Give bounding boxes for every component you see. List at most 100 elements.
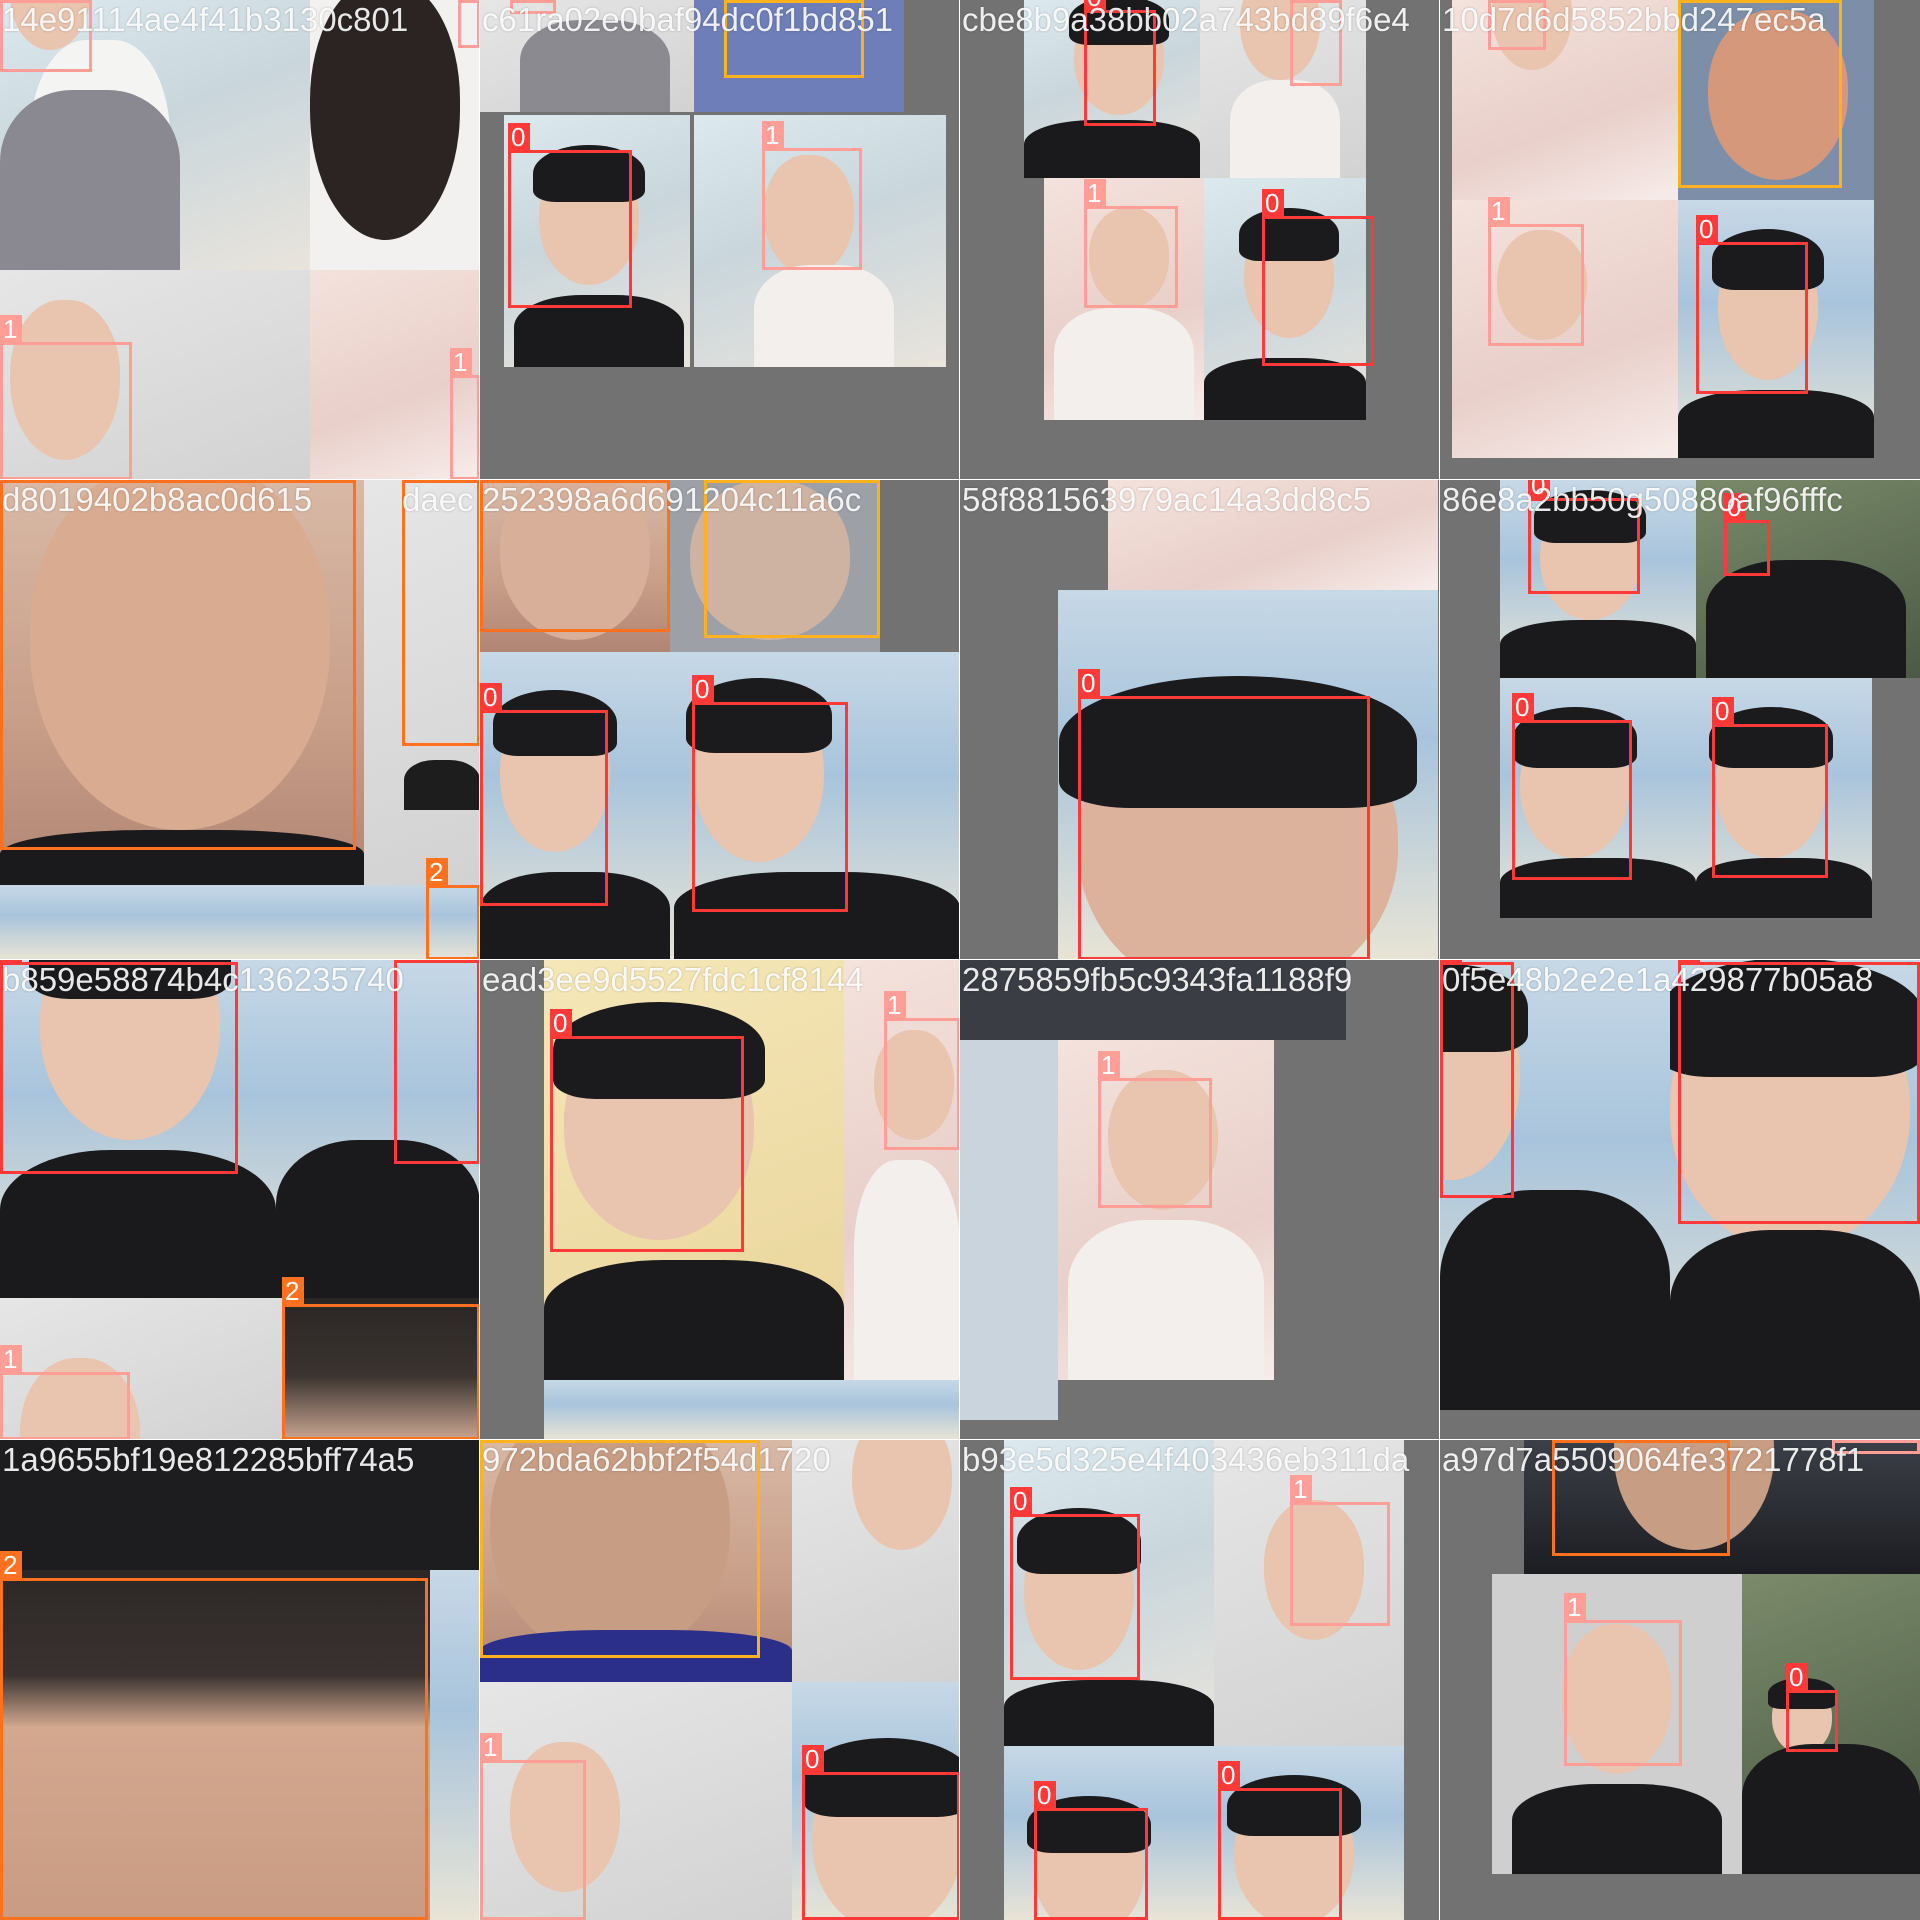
bbox-label: 1 xyxy=(1290,1475,1312,1503)
image-filename: 972bda62bbf2f54d1720 xyxy=(482,1441,831,1478)
bbox-class-1: 1 xyxy=(1098,1051,1212,1208)
bbox-label: 1 xyxy=(458,0,480,1)
shirt xyxy=(1440,1190,1670,1410)
bbox-label: 0 xyxy=(692,675,714,703)
bbox-class-0: 0 xyxy=(1724,493,1770,576)
bbox-class-1: 1 xyxy=(450,348,480,480)
bbox-class-2: 2 xyxy=(282,1277,480,1440)
image-filename: a97d7a5509064fe3721778f1 xyxy=(1442,1441,1865,1478)
shirt xyxy=(1678,390,1874,458)
tile: 1 2875859fb5c9343fa1188f9 xyxy=(959,959,1441,1441)
bbox-class-0: 0 xyxy=(1786,1663,1838,1752)
shirt xyxy=(1670,1230,1920,1410)
photo xyxy=(544,1380,960,1440)
image-filename: daec xyxy=(402,481,474,518)
tile: 2 1 1 0 a97d7a5509064fe3721778f1 xyxy=(1439,1439,1920,1920)
shirt xyxy=(1742,1744,1920,1874)
bbox-class-2: 2 xyxy=(402,480,480,746)
shirt xyxy=(1204,358,1366,420)
bbox-label: 0 xyxy=(1010,1487,1032,1515)
bbox-label: 0 xyxy=(508,123,530,151)
bbox-class-0: 0 xyxy=(550,1009,744,1252)
bbox-label: 0 xyxy=(480,683,502,711)
image-filename: 10d7d6d5852bbd247ec5a xyxy=(1442,1,1826,38)
tile: 1 1 1 1 14e91114ae4f41b3130c801 xyxy=(0,0,481,481)
shirt xyxy=(754,265,894,367)
bbox-class-0: 0 xyxy=(1078,669,1370,960)
bbox-class-2: 2 xyxy=(426,858,480,960)
tile: 3 1 0 972bda62bbf2f54d1720 xyxy=(479,1439,961,1920)
bbox-label: 2 xyxy=(282,1277,304,1305)
bbox-class-2: 2 xyxy=(0,480,356,850)
bbox-class-0: 0 xyxy=(1218,1761,1342,1920)
tile: 2 3 0 0 252398a6d691204c11a6c xyxy=(479,479,961,961)
bbox-label: 0 xyxy=(550,1009,572,1037)
bbox-label: 1 xyxy=(1084,179,1106,207)
tile: 0 0 1 2 b859e58874b4c136235740 xyxy=(0,959,481,1441)
image-filename: b93e5d325e4f403436eb311da xyxy=(962,1441,1410,1478)
tile: 2 2 2 d8019402b8ac0d615 daec xyxy=(0,479,481,961)
bbox-class-1: 1 xyxy=(1564,1593,1682,1766)
image-filename: cbe8b9a38bb02a743bd89f6e4 xyxy=(962,1,1410,38)
bbox-label: 0 xyxy=(1512,693,1534,721)
bbox-label: 1 xyxy=(0,315,22,343)
image-filename: 1a9655bf19e812285bff74a5 xyxy=(2,1441,415,1478)
image-filename: 58f881563979ac14a3dd8c5 xyxy=(962,481,1372,518)
tile: 0 1 ead3ee9d5527fdc1cf8144 xyxy=(479,959,961,1441)
shirt xyxy=(1054,308,1194,420)
bbox-label: 0 xyxy=(1712,697,1734,725)
bbox-class-1: 1 xyxy=(480,1733,586,1920)
shirt xyxy=(1068,1220,1264,1380)
photo xyxy=(0,885,480,960)
coat xyxy=(0,90,180,270)
photo xyxy=(430,1570,480,1920)
image-filename: b859e58874b4c136235740 xyxy=(2,961,404,998)
device xyxy=(404,760,480,810)
image-filename: 252398a6d691204c11a6c xyxy=(482,481,862,518)
bbox-class-1: 1 xyxy=(1290,1475,1390,1626)
tile: 0 0 0 0 86e8a2bb50g50880af96fffc xyxy=(1439,479,1920,961)
mosaic-grid: 1 1 1 1 14e91114ae4f41b3130c801 1 3 0 1 … xyxy=(0,0,1920,1920)
shirt xyxy=(1230,80,1340,178)
bbox-label: 1 xyxy=(1488,197,1510,225)
image-filename: 2875859fb5c9343fa1188f9 xyxy=(962,961,1353,998)
tile: 1 3 0 1 c61ra02e0baf94dc0f1bd851 xyxy=(479,0,961,481)
bbox-class-1: 1 xyxy=(1084,179,1178,308)
bbox-label: 0 xyxy=(1218,1761,1240,1789)
image-filename: c61ra02e0baf94dc0f1bd851 xyxy=(482,1,894,38)
bbox-label: 1 xyxy=(762,121,784,149)
bbox-label: 0 xyxy=(1786,1663,1808,1691)
bbox-class-0: 0 xyxy=(802,1745,960,1920)
bbox-class-0: 0 xyxy=(1696,215,1808,394)
bbox-class-0: 0 xyxy=(692,675,848,912)
bbox-class-1: 1 xyxy=(884,991,960,1150)
bbox-label: 1 xyxy=(450,348,472,376)
image-filename: 14e91114ae4f41b3130c801 xyxy=(2,1,409,38)
bbox-class-2: 2 xyxy=(0,1551,428,1920)
tile: 1 3 1 0 10d7d6d5852bbd247ec5a xyxy=(1439,0,1920,481)
bbox-label: 2 xyxy=(0,1551,22,1579)
tile: 0 58f881563979ac14a3dd8c5 xyxy=(959,479,1441,961)
bbox-label: 1 xyxy=(884,991,906,1019)
image-filename: d8019402b8ac0d615 xyxy=(2,481,313,518)
bbox-label: 0 xyxy=(1696,215,1718,243)
bbox-class-0: 0 xyxy=(480,683,608,906)
tile: 0 1 0 0 b93e5d325e4f403436eb311da xyxy=(959,1439,1441,1920)
photo xyxy=(310,0,480,270)
image-filename: 86e8a2bb50g50880af96fffc xyxy=(1442,481,1843,518)
bbox-label: 0 xyxy=(1034,1781,1056,1809)
bbox-label: 1 xyxy=(1098,1051,1120,1079)
bbox-class-0: 0 xyxy=(1678,960,1920,1224)
shirt xyxy=(1706,560,1906,678)
bbox-class-0: 0 xyxy=(1712,697,1828,878)
bbox-label: 0 xyxy=(1262,189,1284,217)
bbox-class-0: 0 xyxy=(1034,1781,1148,1920)
bbox-label: 0 xyxy=(802,1745,824,1773)
bbox-class-0: 0 xyxy=(508,123,632,308)
bbox-class-0: 0 xyxy=(1512,693,1632,880)
bbox-label: 1 xyxy=(480,1733,502,1761)
bbox-class-1: 1 xyxy=(1488,197,1584,346)
tile: 0 1 1 0 cbe8b9a38bb02a743bd89f6e4 xyxy=(959,0,1441,481)
bbox-class-0: 0 xyxy=(1262,189,1374,366)
shirt xyxy=(544,1260,844,1380)
